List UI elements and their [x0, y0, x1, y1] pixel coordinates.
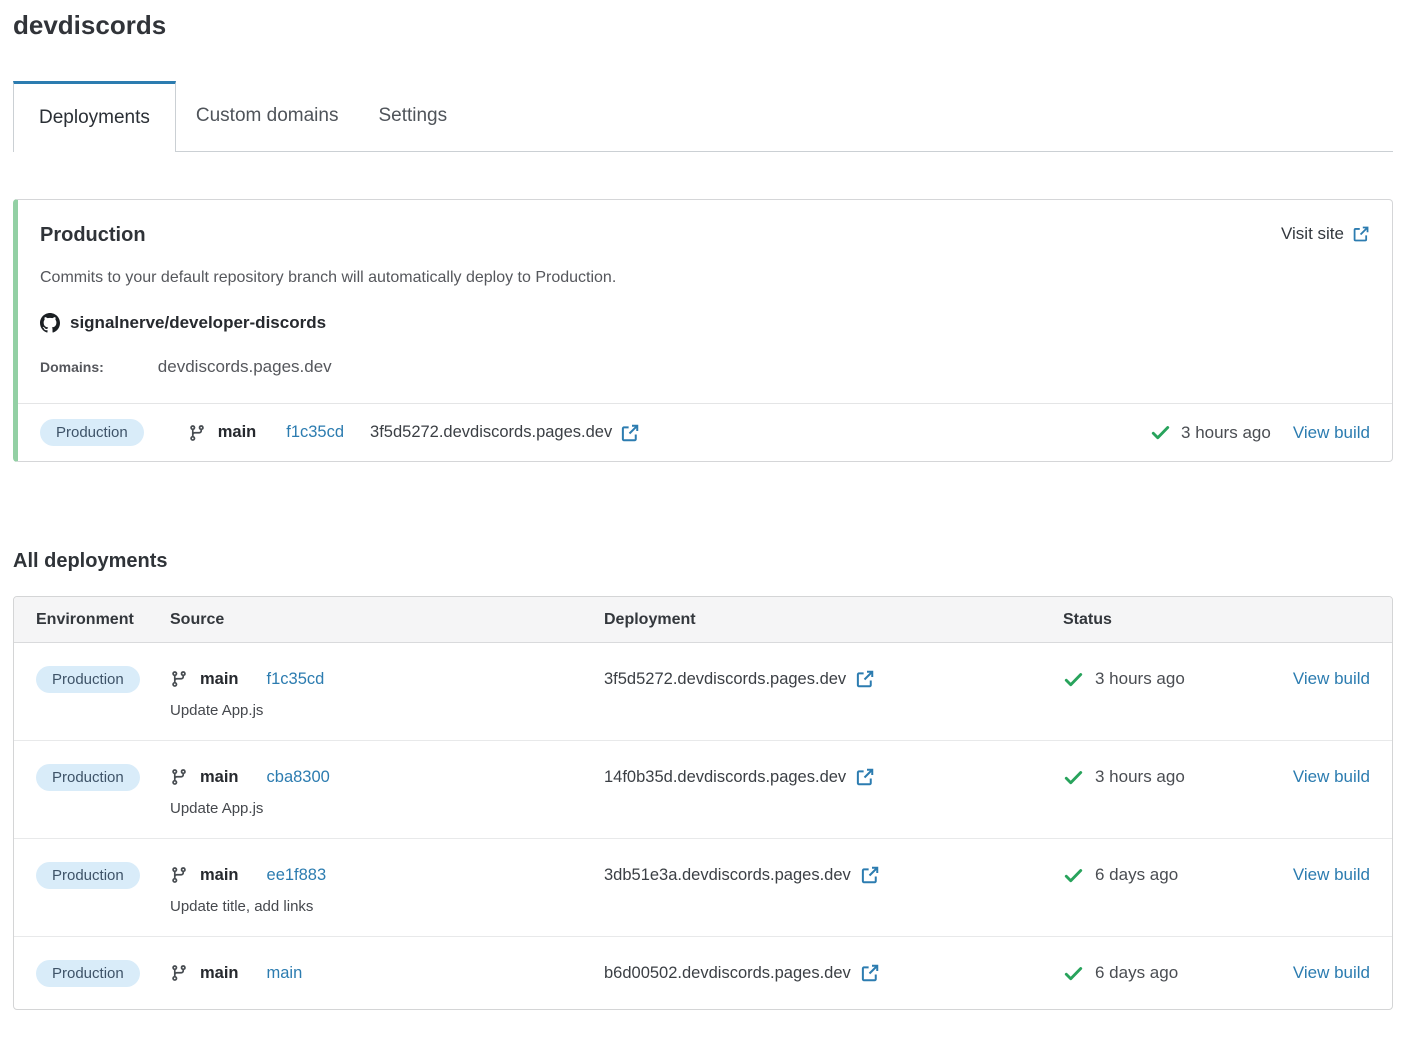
column-header-environment: Environment — [36, 611, 170, 629]
table-row: Production main f1c35cd Update App.js 3f… — [14, 643, 1392, 740]
tab-settings[interactable]: Settings — [358, 81, 467, 152]
branch-name: main — [218, 423, 257, 442]
deployment-cell: b6d00502.devdiscords.pages.dev — [604, 958, 1063, 988]
success-check-icon — [1063, 767, 1084, 788]
status-cell: 3 hours ago — [1063, 664, 1283, 694]
commit-message: Update App.js — [170, 702, 604, 719]
environment-cell: Production — [36, 762, 170, 792]
deployment-cell: 3db51e3a.devdiscords.pages.dev — [604, 860, 1063, 890]
success-check-icon — [1063, 865, 1084, 886]
all-deployments-title: All deployments — [13, 550, 1393, 573]
deployment-url: b6d00502.devdiscords.pages.dev — [604, 964, 851, 983]
commit-link[interactable]: cba8300 — [267, 768, 330, 787]
table-header-row: Environment Source Deployment Status — [14, 597, 1392, 643]
branch-name: main — [200, 964, 239, 983]
status-cell: 6 days ago — [1063, 958, 1283, 988]
production-card: Production Visit site Commits to your de… — [13, 199, 1393, 462]
view-build-link[interactable]: View build — [1293, 423, 1370, 443]
deployment-url: 3f5d5272.devdiscords.pages.dev — [370, 423, 612, 442]
visit-site-label: Visit site — [1281, 224, 1344, 244]
page-title: devdiscords — [13, 10, 1393, 41]
branch-name: main — [200, 670, 239, 689]
commit-message: Update title, add links — [170, 898, 604, 915]
git-branch-icon — [170, 866, 188, 884]
source-cell: main cba8300 Update App.js — [170, 762, 604, 817]
table-row: Production main main b6d00502.devdiscord… — [14, 936, 1392, 1009]
success-check-icon — [1063, 669, 1084, 690]
view-build-link[interactable]: View build — [1293, 865, 1370, 885]
git-branch-icon — [188, 424, 206, 442]
branch-name: main — [200, 768, 239, 787]
deployment-cell: 3f5d5272.devdiscords.pages.dev — [604, 664, 1063, 694]
production-description: Commits to your default repository branc… — [18, 247, 1392, 287]
deployment-url: 14f0b35d.devdiscords.pages.dev — [604, 768, 846, 787]
git-branch-icon — [170, 964, 188, 982]
commit-message: Update App.js — [170, 800, 604, 817]
view-build-link[interactable]: View build — [1293, 669, 1370, 689]
view-build-link[interactable]: View build — [1293, 767, 1370, 787]
status-time: 6 days ago — [1095, 865, 1178, 885]
repo-name: signalnerve/developer-discords — [70, 313, 326, 333]
domains-label: Domains: — [40, 359, 104, 375]
deployment-url: 3f5d5272.devdiscords.pages.dev — [604, 670, 846, 689]
source-cell: main ee1f883 Update title, add links — [170, 860, 604, 915]
commit-link[interactable]: ee1f883 — [267, 866, 327, 885]
branch-name: main — [200, 866, 239, 885]
environment-cell: Production — [36, 958, 170, 988]
environment-badge: Production — [36, 960, 140, 987]
source-cell: main f1c35cd Update App.js — [170, 664, 604, 719]
tab-custom-domains[interactable]: Custom domains — [176, 81, 359, 152]
commit-link[interactable]: main — [267, 964, 303, 983]
column-header-status: Status — [1063, 611, 1283, 629]
deployments-table: Environment Source Deployment Status Pro… — [13, 596, 1393, 1010]
environment-badge: Production — [40, 419, 144, 446]
environment-badge: Production — [36, 862, 140, 889]
git-branch-icon — [170, 670, 188, 688]
domains-value: devdiscords.pages.dev — [158, 357, 332, 377]
github-icon — [40, 313, 60, 333]
deployments-table-body: Production main f1c35cd Update App.js 3f… — [14, 643, 1392, 1009]
deployment-cell: 14f0b35d.devdiscords.pages.dev — [604, 762, 1063, 792]
action-cell: View build — [1283, 860, 1370, 890]
external-link-icon[interactable] — [855, 669, 875, 689]
deployment-url: 3db51e3a.devdiscords.pages.dev — [604, 866, 851, 885]
status-time: 3 hours ago — [1181, 423, 1271, 443]
success-check-icon — [1150, 422, 1171, 443]
production-deployment-row: Production main f1c35cd 3f5d5272.devdisc… — [18, 403, 1392, 461]
status-cell: 3 hours ago — [1063, 762, 1283, 792]
view-build-link[interactable]: View build — [1293, 963, 1370, 983]
environment-cell: Production — [36, 860, 170, 890]
visit-site-link[interactable]: Visit site — [1281, 224, 1370, 244]
environment-badge: Production — [36, 764, 140, 791]
success-check-icon — [1063, 963, 1084, 984]
action-cell: View build — [1283, 958, 1370, 988]
production-card-title: Production — [40, 224, 146, 247]
external-link-icon[interactable] — [855, 767, 875, 787]
tab-deployments[interactable]: Deployments — [13, 81, 176, 152]
source-cell: main main — [170, 958, 604, 988]
external-link-icon[interactable] — [860, 865, 880, 885]
status-time: 3 hours ago — [1095, 767, 1185, 787]
environment-cell: Production — [36, 664, 170, 694]
status-cell: 6 days ago — [1063, 860, 1283, 890]
status-time: 3 hours ago — [1095, 669, 1185, 689]
column-header-source: Source — [170, 611, 604, 629]
environment-badge: Production — [36, 666, 140, 693]
external-link-icon — [1352, 225, 1370, 243]
status-time: 6 days ago — [1095, 963, 1178, 983]
external-link-icon[interactable] — [860, 963, 880, 983]
git-branch-icon — [170, 768, 188, 786]
action-cell: View build — [1283, 762, 1370, 792]
column-header-deployment: Deployment — [604, 611, 1063, 629]
commit-link[interactable]: f1c35cd — [267, 670, 325, 689]
tab-bar: Deployments Custom domains Settings — [13, 81, 1393, 152]
table-row: Production main ee1f883 Update title, ad… — [14, 838, 1392, 936]
page: devdiscords Deployments Custom domains S… — [0, 10, 1413, 1010]
action-cell: View build — [1283, 664, 1370, 694]
table-row: Production main cba8300 Update App.js 14… — [14, 740, 1392, 838]
external-link-icon[interactable] — [620, 423, 640, 443]
commit-link[interactable]: f1c35cd — [286, 423, 344, 442]
